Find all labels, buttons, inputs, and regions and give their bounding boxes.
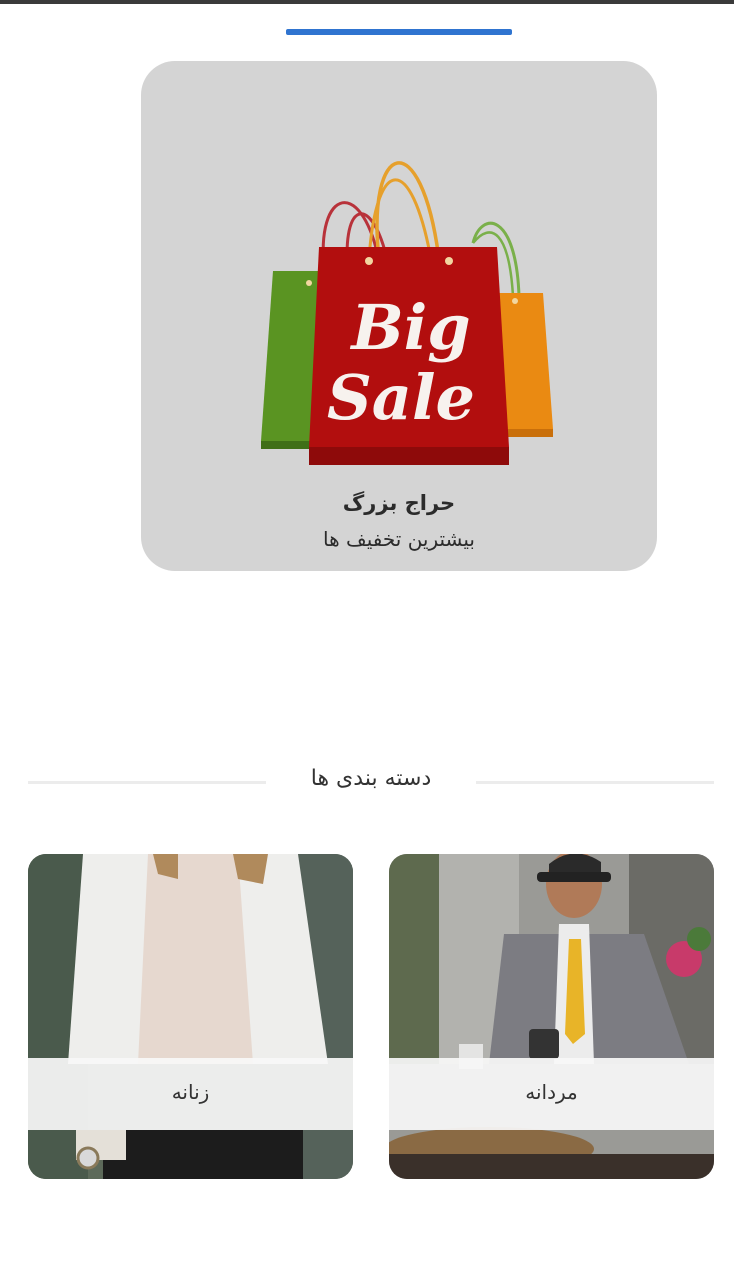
category-label-band: مردانه: [389, 1058, 714, 1130]
app-screen: Big Sale حراج بزرگ بیشترین تخفیف ها دسته…: [0, 0, 734, 1280]
promo-banner-card[interactable]: Big Sale حراج بزرگ بیشترین تخفیف ها: [141, 61, 657, 571]
women-fashion-photo: [28, 854, 353, 1179]
men-fashion-photo: [389, 854, 714, 1179]
divider-right: [476, 781, 714, 784]
category-card-men[interactable]: مردانه: [389, 854, 714, 1179]
shopping-bags-icon: Big Sale: [261, 161, 553, 465]
category-label-band: زنانه: [28, 1058, 353, 1130]
categories-section-title: دسته بندی ها: [310, 766, 432, 791]
categories-section-header: دسته بندی ها: [28, 760, 714, 804]
category-label-women: زنانه: [171, 1080, 210, 1104]
top-edge-bar: [0, 0, 734, 4]
category-card-women[interactable]: زنانه: [28, 854, 353, 1179]
big-sale-text-line2: Sale: [327, 361, 475, 434]
promo-subtitle: بیشترین تخفیف ها: [323, 527, 475, 551]
promo-title: حراج بزرگ: [342, 491, 456, 515]
category-label-men: مردانه: [525, 1080, 578, 1104]
slider-active-indicator[interactable]: [286, 29, 512, 35]
big-sale-text-line1: Big: [349, 291, 470, 364]
